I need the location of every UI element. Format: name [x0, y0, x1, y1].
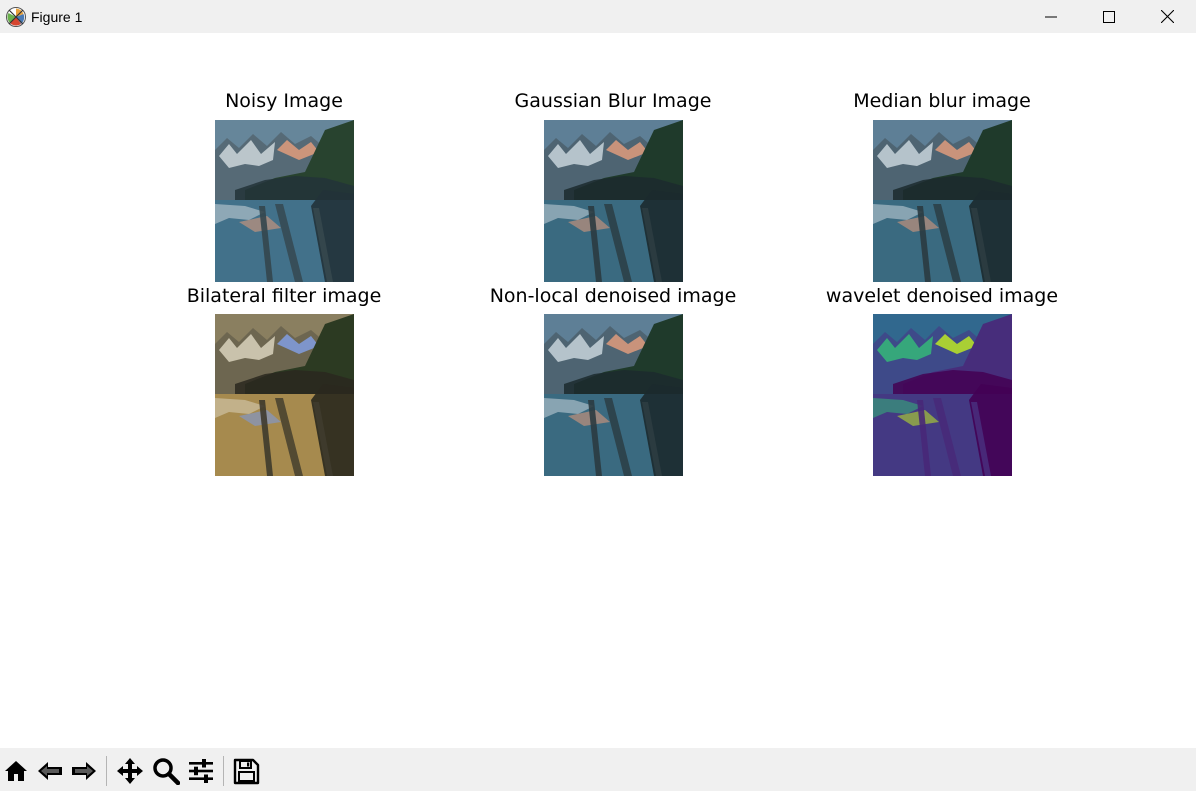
close-button[interactable]: [1138, 0, 1196, 33]
window-title: Figure 1: [31, 8, 83, 25]
subplot-title: Non-local denoised image: [489, 285, 737, 307]
matplotlib-app-icon: [5, 6, 27, 28]
forward-icon: [70, 758, 98, 784]
subplot-image: [544, 314, 683, 476]
subplot-title: Gaussian Blur Image: [514, 90, 712, 112]
configure-subplots-icon: [187, 757, 215, 785]
close-icon: [1160, 10, 1174, 23]
subplot-title: Bilateral filter image: [186, 285, 382, 307]
toolbar-separator: [106, 756, 107, 786]
back-icon: [36, 758, 64, 784]
subplot-image: [215, 314, 354, 476]
minimize-icon: [1045, 11, 1057, 23]
subplot-title: wavelet denoised image: [825, 285, 1059, 307]
subplot-image: [215, 120, 354, 282]
window-controls: [1022, 0, 1196, 33]
home-button[interactable]: [1, 756, 31, 786]
title-bar: Figure 1: [0, 0, 1196, 33]
save-icon: [232, 757, 260, 785]
back-button[interactable]: [35, 756, 65, 786]
navigation-toolbar: [0, 748, 1196, 791]
maximize-button[interactable]: [1080, 0, 1138, 33]
home-icon: [3, 758, 29, 784]
zoom-icon: [152, 757, 180, 785]
subplot-title: Noisy Image: [225, 90, 343, 112]
pan-icon: [116, 757, 144, 785]
save-button[interactable]: [231, 756, 261, 786]
minimize-button[interactable]: [1022, 0, 1080, 33]
pan-button[interactable]: [115, 756, 145, 786]
forward-button[interactable]: [69, 756, 99, 786]
subplot-title: Median blur image: [853, 90, 1031, 112]
zoom-button[interactable]: [151, 756, 181, 786]
configure-subplots-button[interactable]: [186, 756, 216, 786]
figure-window: Figure 1 Noisy Image Gaussian Blur Image…: [0, 0, 1196, 791]
subplot-image: [544, 120, 683, 282]
subplot-image: [873, 314, 1012, 476]
subplot-image: [873, 120, 1012, 282]
figure-canvas[interactable]: Noisy Image Gaussian Blur Image Median b…: [0, 33, 1196, 748]
maximize-icon: [1103, 10, 1115, 23]
toolbar-separator: [223, 756, 224, 786]
